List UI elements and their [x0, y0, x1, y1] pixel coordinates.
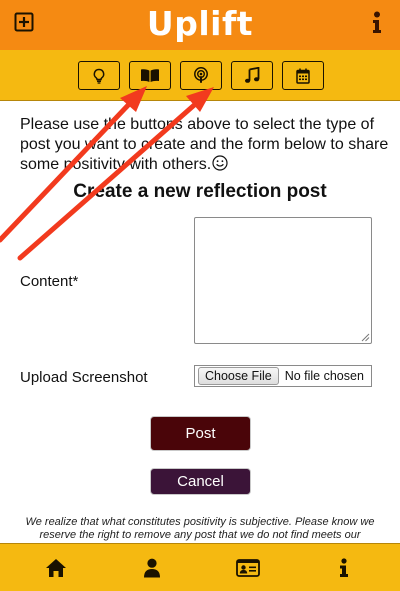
- calendar-icon: [296, 68, 310, 84]
- disclaimer-text: We realize that what constitutes positiv…: [25, 516, 375, 541]
- cancel-button[interactable]: Cancel: [150, 468, 251, 495]
- podcast-icon: [193, 67, 209, 84]
- choose-file-button[interactable]: Choose File: [198, 367, 279, 385]
- home-icon[interactable]: [44, 557, 68, 579]
- post-type-event-button[interactable]: [282, 61, 324, 90]
- smiley-icon: [212, 155, 228, 171]
- app-header: Uplift: [0, 0, 400, 50]
- music-note-icon: [244, 67, 260, 84]
- intro-text: Please use the buttons above to select t…: [20, 115, 390, 175]
- post-type-bar: [0, 50, 400, 101]
- file-status-text: No file chosen: [284, 369, 364, 383]
- info-icon[interactable]: [370, 10, 384, 36]
- content-label: Content*: [20, 273, 79, 290]
- book-open-icon: [140, 68, 160, 83]
- file-upload-input[interactable]: Choose File No file chosen: [194, 365, 372, 387]
- post-button[interactable]: Post: [150, 416, 251, 451]
- form-title: Create a new reflection post: [73, 181, 327, 202]
- post-type-podcast-button[interactable]: [180, 61, 222, 90]
- app-brand-title: Uplift: [146, 4, 254, 43]
- content-textarea[interactable]: [194, 217, 372, 344]
- info-icon[interactable]: [332, 557, 356, 579]
- user-icon[interactable]: [140, 557, 164, 579]
- intro-message: Please use the buttons above to select t…: [20, 116, 389, 173]
- upload-label: Upload Screenshot: [20, 369, 148, 386]
- lightbulb-icon: [92, 68, 106, 84]
- post-type-reflection-button[interactable]: [129, 61, 171, 90]
- post-type-idea-button[interactable]: [78, 61, 120, 90]
- bottom-nav: [0, 543, 400, 591]
- resize-handle[interactable]: [360, 332, 370, 342]
- post-type-music-button[interactable]: [231, 61, 273, 90]
- id-card-icon[interactable]: [236, 557, 260, 579]
